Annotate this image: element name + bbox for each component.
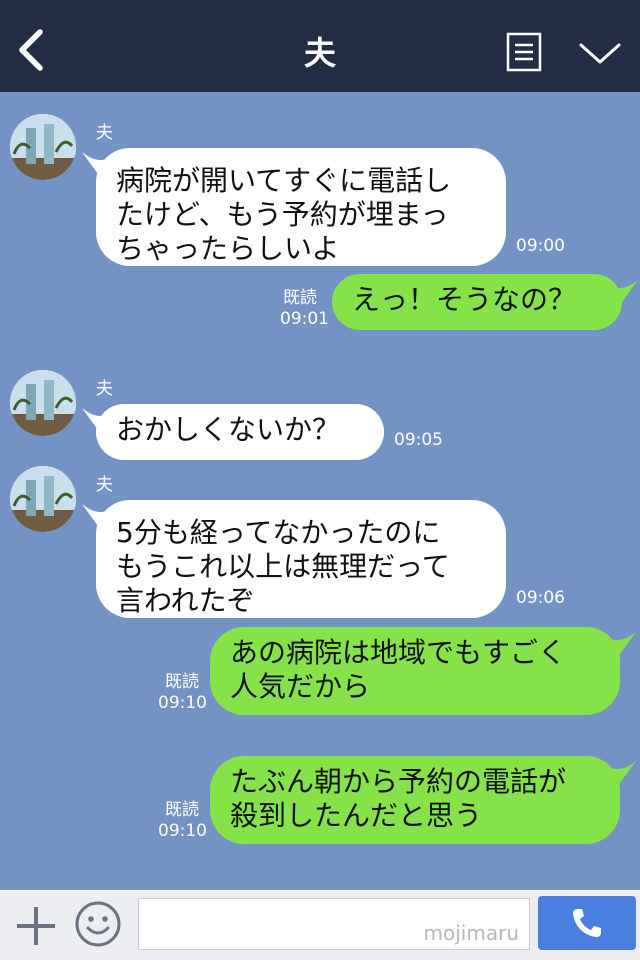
avatar[interactable]	[10, 114, 76, 180]
phone-icon	[573, 909, 601, 937]
message-bubble[interactable]: あの病院は地域でもすごく 人気だから	[210, 627, 620, 715]
plus-icon[interactable]	[14, 904, 58, 948]
avatar-photo	[10, 114, 76, 180]
avatar[interactable]	[10, 466, 76, 532]
message-time: 09:05	[394, 430, 443, 450]
watermark: mojimaru	[423, 921, 519, 945]
message-bubble[interactable]: おかしくないか？	[96, 404, 384, 460]
read-receipt: 既読	[283, 288, 317, 308]
message-meta: 既読 09:01	[280, 288, 329, 330]
message-bubble[interactable]: えっ！そうなの？	[332, 274, 622, 330]
message-bubble[interactable]: たぶん朝から予約の電話が 殺到したんだと思う	[210, 756, 620, 844]
message-bubble[interactable]: 5分も経ってなかったのに もうこれ以上は無理だって 言われたぞ	[96, 500, 506, 618]
input-bar: mojimaru	[0, 890, 640, 960]
message-bubble[interactable]: 病院が開いてすぐに電話し たけど、もう予約が埋まっ ちゃったらしいよ	[96, 148, 506, 266]
emoji-icon[interactable]	[74, 900, 122, 948]
message-time: 09:01	[280, 309, 329, 329]
chevron-down-icon[interactable]	[578, 38, 622, 68]
message-time: 09:10	[158, 821, 207, 841]
bubble-tail	[608, 761, 636, 783]
chat-header: 夫	[0, 0, 640, 92]
call-button[interactable]	[538, 896, 636, 950]
avatar[interactable]	[10, 370, 76, 436]
sender-name: 夫	[96, 475, 113, 495]
message-time: 09:00	[516, 236, 565, 256]
read-receipt: 既読	[165, 672, 199, 692]
chat-title: 夫	[303, 34, 336, 72]
note-icon[interactable]	[506, 32, 542, 72]
message-time: 09:06	[516, 588, 565, 608]
read-receipt: 既読	[165, 800, 199, 820]
message-meta: 既読 09:10	[158, 800, 207, 842]
message-input[interactable]: mojimaru	[138, 898, 530, 950]
message-time: 09:10	[158, 693, 207, 713]
message-list[interactable]: 夫 病院が開いてすぐに電話し たけど、もう予約が埋まっ ちゃったらしいよ 09:…	[0, 92, 640, 890]
message-meta: 既読 09:10	[158, 672, 207, 714]
sender-name: 夫	[96, 379, 113, 399]
avatar-photo	[10, 370, 76, 436]
sender-name: 夫	[96, 123, 113, 143]
avatar-photo	[10, 466, 76, 532]
bubble-tail	[608, 632, 636, 654]
bubble-tail	[610, 280, 638, 302]
